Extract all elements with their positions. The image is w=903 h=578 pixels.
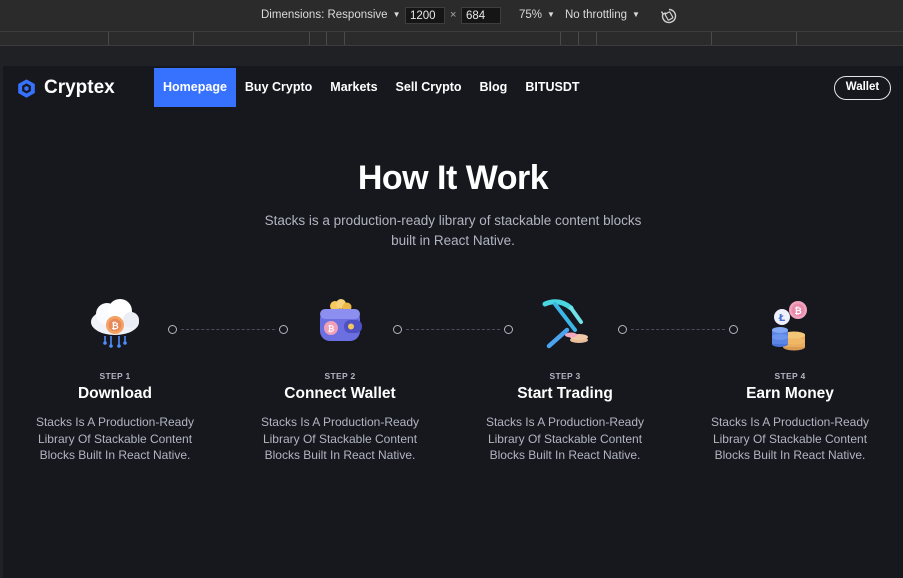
- step-number: STEP 2: [324, 371, 356, 381]
- nav-blog[interactable]: Blog: [471, 68, 517, 107]
- coin-stack-icon: Ł ₿: [772, 301, 807, 351]
- wallet-icon: ₿: [320, 299, 362, 341]
- step-description: Stacks Is A Production-Ready Library Of …: [35, 415, 195, 462]
- devtools-device-toolbar: Dimensions: Responsive ▼ × 75% ▼ No thrott…: [0, 0, 903, 32]
- height-input[interactable]: [461, 7, 501, 24]
- cloud-download-icon: ₿: [91, 299, 139, 348]
- width-input[interactable]: [405, 7, 445, 24]
- zoom-dropdown[interactable]: 75% ▼: [519, 9, 555, 21]
- svg-text:₿: ₿: [111, 321, 118, 332]
- throttling-label: No throttling: [565, 9, 628, 21]
- nav-sell-crypto[interactable]: Sell Crypto: [387, 68, 471, 107]
- svg-text:Ł: Ł: [778, 313, 786, 324]
- nav-buy-crypto[interactable]: Buy Crypto: [236, 68, 321, 107]
- step-number: STEP 3: [549, 371, 581, 381]
- nav-markets[interactable]: Markets: [321, 68, 386, 107]
- step-title: Start Trading: [517, 385, 613, 402]
- dimensions-dropdown[interactable]: Dimensions: Responsive ▼: [261, 9, 400, 21]
- dimensions-label: Dimensions: Responsive: [261, 9, 388, 21]
- main-menu: Homepage Buy Crypto Markets Sell Crypto …: [154, 68, 588, 107]
- brand-name: Cryptex: [44, 77, 115, 98]
- media-query-ruler: [0, 32, 903, 46]
- step-title: Download: [77, 385, 153, 402]
- rotate-icon[interactable]: [660, 7, 678, 25]
- step-card-4: Ł ₿ STEP 4 Earn Money Stacks Is A Produc…: [690, 294, 890, 464]
- pickaxe-icon: [542, 299, 588, 349]
- wallet-button[interactable]: Wallet: [834, 76, 891, 100]
- times-symbol: ×: [450, 9, 457, 21]
- step-number: STEP 1: [99, 371, 131, 381]
- step-card-2: ₿ STEP 2 Connect Wallet Stacks Is A Prod…: [240, 294, 440, 464]
- step-title: Earn Money: [746, 385, 834, 402]
- nav-homepage[interactable]: Homepage: [154, 68, 236, 107]
- cube-logo-icon: [18, 78, 35, 98]
- step-description: Stacks Is A Production-Ready Library Of …: [710, 415, 870, 462]
- section-subtitle: Stacks is a production-ready library of …: [264, 213, 642, 248]
- caret-down-icon: ▼: [547, 10, 555, 19]
- step-title: Connect Wallet: [284, 385, 396, 402]
- section-title: How It Work: [357, 159, 549, 197]
- step-description: Stacks Is A Production-Ready Library Of …: [260, 415, 420, 462]
- caret-down-icon: ▼: [392, 10, 401, 19]
- svg-text:₿: ₿: [794, 306, 801, 317]
- page-viewport: Cryptex Homepage Buy Crypto Markets Sell…: [3, 66, 903, 578]
- step-description: Stacks Is A Production-Ready Library Of …: [485, 415, 645, 462]
- throttling-dropdown[interactable]: No throttling ▼: [565, 9, 640, 21]
- viewport-margin: [0, 46, 903, 66]
- step-card-1: ₿ STEP 1 Download Stacks Is A Production…: [15, 294, 215, 464]
- svg-text:₿: ₿: [328, 325, 335, 334]
- step-number: STEP 4: [774, 371, 806, 381]
- step-card-3: STEP 3 Start Trading Stacks Is A Product…: [465, 294, 665, 464]
- navbar: Cryptex Homepage Buy Crypto Markets Sell…: [3, 66, 903, 109]
- brand-logo[interactable]: Cryptex: [16, 77, 115, 99]
- zoom-label: 75%: [519, 9, 543, 21]
- caret-down-icon: ▼: [632, 10, 640, 19]
- nav-bitusdt[interactable]: BITUSDT: [516, 68, 588, 107]
